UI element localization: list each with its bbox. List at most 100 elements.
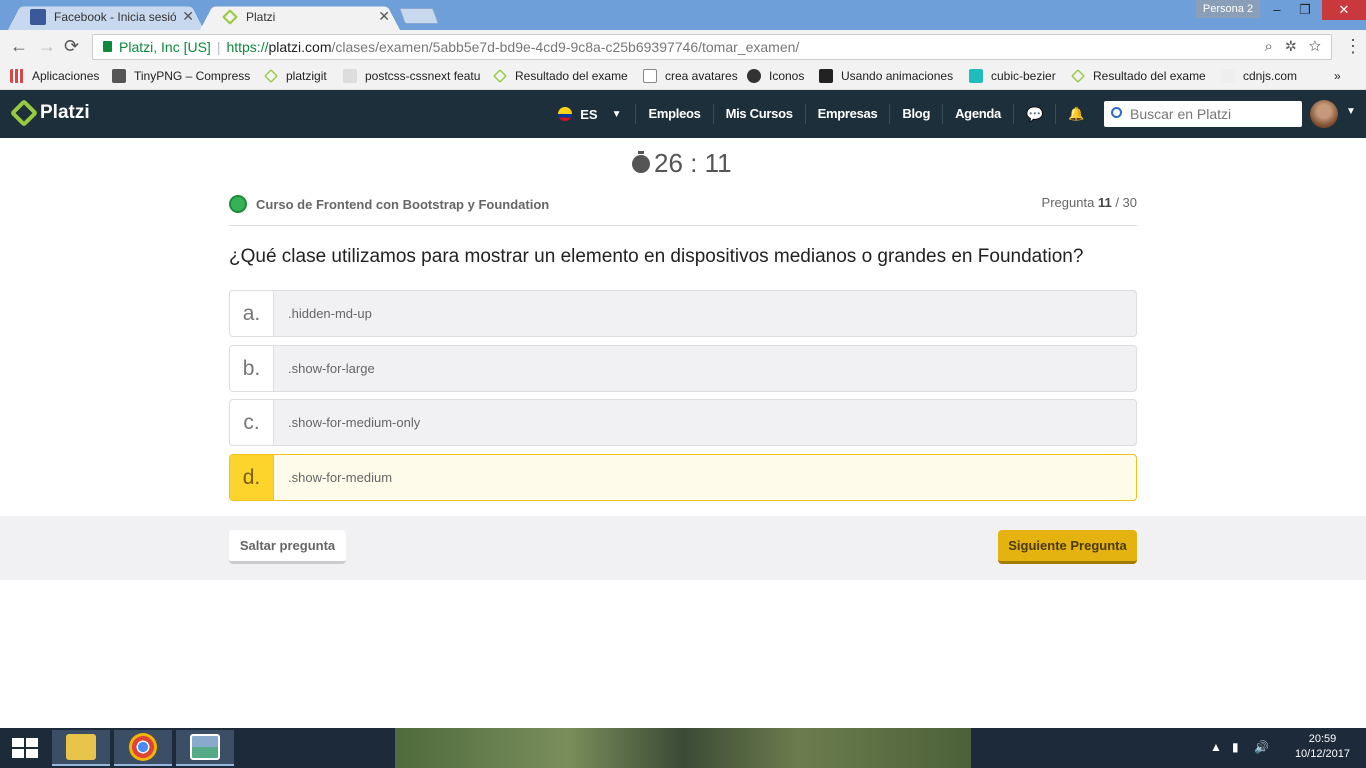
windows-taskbar: ▲ ▮ 🔊 20:59 10/12/2017 (0, 728, 1366, 768)
bird-icon (819, 69, 833, 83)
bookmark-item[interactable]: Usando animaciones (819, 69, 953, 83)
bookmark-item[interactable]: platzigit (264, 69, 327, 83)
bookmarks-overflow[interactable]: » (1334, 69, 1341, 83)
minimize-button[interactable]: – (1262, 0, 1292, 20)
browser-tab-strip: Facebook - Inicia sesión o ✕ Platzi ✕ Pe… (0, 0, 1366, 30)
bookmark-item[interactable]: Iconos (747, 69, 804, 83)
answer-option-a[interactable]: a. .hidden-md-up (229, 290, 1137, 337)
bookmark-item[interactable]: TinyPNG – Compress (112, 69, 250, 83)
chevron-down-icon[interactable]: ▼ (1346, 106, 1356, 117)
option-text: .show-for-medium (288, 470, 393, 485)
system-clock[interactable]: 20:59 10/12/2017 (1295, 732, 1350, 762)
binoculars-icon (747, 69, 761, 83)
option-text: .show-for-large (288, 361, 375, 376)
option-letter: a. (230, 291, 274, 336)
bookmark-apps[interactable]: Aplicaciones (10, 69, 99, 83)
bookmark-item[interactable]: postcss-cssnext featu (343, 69, 480, 83)
notifications-icon[interactable]: 🔔 (1055, 104, 1096, 124)
nav-link-empresas[interactable]: Empresas (804, 104, 890, 124)
postcss-icon (343, 69, 357, 83)
question-text: ¿Qué clase utilizamos para mostrar un el… (229, 246, 1084, 267)
colombia-flag-icon (558, 107, 573, 121)
curve-icon (969, 69, 983, 83)
url-path: /clases/examen/5abb5e7d-bd9e-4cd9-9c8a-c… (331, 39, 800, 55)
forward-arrow-icon[interactable]: → (38, 36, 56, 57)
search-icon (1111, 107, 1122, 118)
lock-icon (103, 41, 112, 52)
bookmark-item[interactable]: cubic-bezier (969, 69, 1056, 83)
reload-icon[interactable]: ⟳ (64, 36, 79, 57)
bookmarks-bar: Aplicaciones TinyPNG – Compress platzigi… (0, 64, 1366, 90)
close-window-button[interactable]: ✕ (1322, 0, 1366, 20)
file-explorer-icon[interactable] (52, 730, 110, 766)
volume-icon[interactable]: 🔊 (1254, 740, 1269, 754)
answer-option-c[interactable]: c. .show-for-medium-only (229, 399, 1137, 446)
language-selector[interactable]: ES ▼ (558, 107, 635, 122)
restore-button[interactable]: ❐ (1290, 0, 1320, 20)
page-icon (643, 69, 657, 83)
windows-start-icon[interactable] (12, 738, 38, 758)
search-placeholder: Buscar en Platzi (1130, 106, 1232, 122)
tab-title: Facebook - Inicia sesión o (54, 9, 177, 24)
nav-link-agenda[interactable]: Agenda (942, 104, 1013, 124)
bookmark-item[interactable]: Resultado del exame (493, 69, 628, 83)
platzi-logo-icon (9, 98, 39, 128)
exam-timer: 26 : 11 (632, 148, 732, 179)
tab-facebook[interactable]: Facebook - Inicia sesión o ✕ (8, 3, 204, 30)
next-question-button[interactable]: Siguiente Pregunta (998, 530, 1137, 564)
cdnjs-icon (1221, 69, 1235, 83)
taskbar-background-image (395, 728, 971, 768)
bookmark-item[interactable]: cdnjs.com (1221, 69, 1297, 83)
battery-icon[interactable]: ▮ (1232, 740, 1239, 754)
answer-option-d[interactable]: d. .show-for-medium (229, 454, 1137, 501)
address-bar-row: ← → ⟳ Platzi, Inc [US] | https://platzi.co… (0, 30, 1366, 64)
bookmark-item[interactable]: crea avatares (643, 69, 738, 83)
bookmark-star-icon[interactable]: ☆ (1309, 38, 1321, 55)
zoom-icon[interactable]: ⌕ (1264, 38, 1272, 55)
option-text: .hidden-md-up (288, 306, 372, 321)
url-scheme: https:// (226, 39, 269, 55)
site-navbar: Platzi ES ▼ Empleos Mis Cursos Empresas … (0, 90, 1366, 138)
question-counter: Pregunta 11 / 30 (1041, 195, 1137, 210)
menu-icon[interactable]: ⋮ (1344, 36, 1362, 57)
settings-icon[interactable]: ✲ (1285, 38, 1296, 55)
nav-links: ES ▼ Empleos Mis Cursos Empresas Blog Ag… (558, 90, 1096, 138)
photos-app-icon[interactable] (176, 730, 234, 766)
chrome-icon[interactable] (114, 730, 172, 766)
nav-link-blog[interactable]: Blog (889, 104, 942, 124)
nav-link-mis-cursos[interactable]: Mis Cursos (712, 104, 805, 124)
new-tab-button[interactable] (399, 8, 439, 24)
platzi-icon (493, 69, 507, 83)
site-identity[interactable]: Platzi, Inc [US] (119, 39, 211, 55)
course-badge-icon (229, 195, 247, 213)
messages-icon[interactable]: 💬 (1012, 104, 1055, 124)
platzi-icon (1071, 69, 1085, 83)
tray-expand-icon[interactable]: ▲ (1210, 740, 1222, 754)
answer-option-b[interactable]: b. .show-for-large (229, 345, 1137, 392)
option-letter: b. (230, 346, 274, 391)
option-letter: d. (230, 455, 274, 500)
tab-platzi[interactable]: Platzi ✕ (200, 3, 400, 30)
skip-question-button[interactable]: Saltar pregunta (229, 530, 346, 564)
tab-close-icon[interactable]: ✕ (378, 8, 390, 25)
back-arrow-icon[interactable]: ← (10, 36, 28, 57)
search-input[interactable]: Buscar en Platzi (1104, 101, 1302, 127)
option-text: .show-for-medium-only (288, 415, 421, 430)
platzi-logo[interactable]: Platzi (9, 98, 90, 128)
bookmark-item[interactable]: Resultado del exame (1071, 69, 1206, 83)
url-host: platzi.com (268, 39, 332, 55)
nav-link-empleos[interactable]: Empleos (635, 104, 712, 124)
profile-badge[interactable]: Persona 2 (1196, 0, 1260, 18)
timer-value: 26 : 11 (654, 148, 732, 178)
brand-name: Platzi (40, 102, 90, 123)
option-letter: c. (230, 400, 274, 445)
platzi-icon (264, 69, 278, 83)
url-input[interactable]: Platzi, Inc [US] | https://platzi.com/clas… (92, 34, 1332, 60)
facebook-icon (30, 8, 46, 25)
avatar[interactable] (1310, 100, 1338, 128)
stopwatch-icon (632, 150, 650, 173)
exam-footer: Saltar pregunta Siguiente Pregunta (0, 516, 1366, 580)
tab-close-icon[interactable]: ✕ (182, 8, 194, 25)
tab-title: Platzi (246, 9, 276, 24)
chevron-down-icon: ▼ (611, 108, 622, 120)
